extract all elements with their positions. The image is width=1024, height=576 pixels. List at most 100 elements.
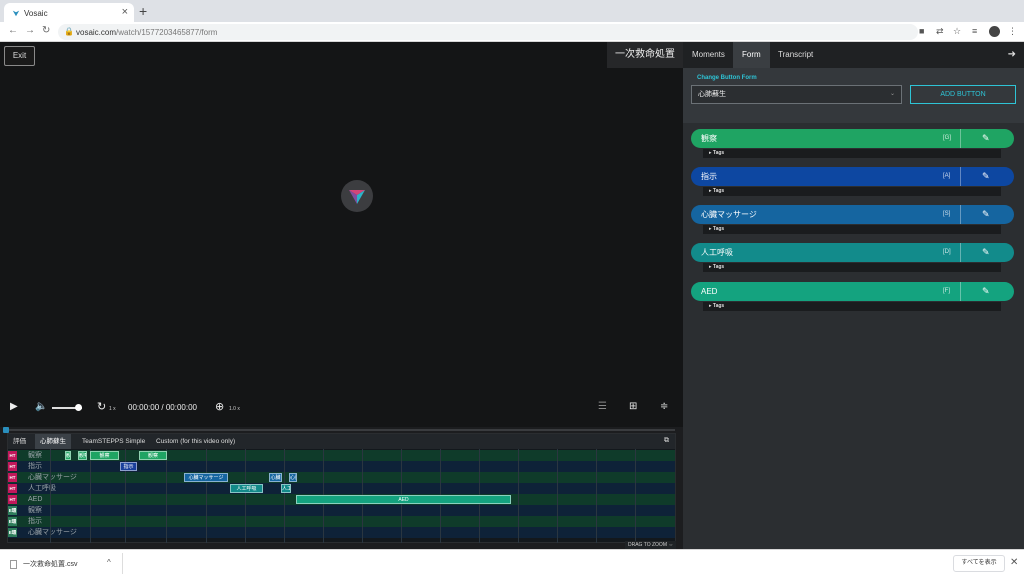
video-player[interactable]: Exit 一次救命処置 ▶ 🔈 ↻ 1 x 00:00:00 / 00:00:0… bbox=[0, 42, 683, 427]
profile-avatar[interactable] bbox=[989, 26, 1000, 37]
timeline-tab-custom[interactable]: Custom (for this video only) bbox=[151, 434, 240, 449]
vosaic-logo-icon bbox=[341, 180, 373, 212]
tab-close-icon[interactable]: × bbox=[122, 6, 128, 18]
back-icon[interactable]: ← bbox=[8, 25, 18, 36]
timeline-segment[interactable]: 心臓 bbox=[269, 473, 282, 482]
add-button[interactable]: ADD BUTTON bbox=[910, 85, 1016, 104]
timeline-row: E環 指示 bbox=[8, 516, 675, 527]
edit-pencil-icon[interactable]: ✎ bbox=[982, 129, 990, 148]
translate-icon[interactable]: ⇄ bbox=[936, 26, 944, 37]
forward-icon[interactable]: → bbox=[25, 25, 35, 36]
timeline-segment[interactable]: 心臓 bbox=[289, 473, 297, 482]
list-toggle-icon[interactable]: ☰ bbox=[598, 401, 607, 412]
volume-icon[interactable]: 🔈 bbox=[35, 401, 47, 412]
new-tab-icon[interactable]: + bbox=[139, 3, 147, 19]
rewind-icon[interactable]: ↻ bbox=[97, 400, 106, 413]
code-button[interactable]: AED [F] ✎ bbox=[691, 282, 1014, 301]
code-button[interactable]: 人工呼吸 [D] ✎ bbox=[691, 243, 1014, 262]
download-item[interactable]: 一次救命処置.csv bbox=[10, 559, 77, 569]
form-item: 心臓マッサージ [S] ✎ ▸ Tags bbox=[691, 205, 1014, 235]
volume-knob[interactable] bbox=[75, 404, 82, 411]
close-icon[interactable]: ✕ bbox=[1010, 557, 1018, 568]
row-label: 指示 bbox=[28, 518, 42, 525]
timeline-tab-hyoka[interactable]: 評価 bbox=[8, 434, 31, 449]
tab-form[interactable]: Form bbox=[733, 42, 770, 68]
timeline-segment[interactable]: 観察 bbox=[90, 451, 119, 460]
url-input[interactable]: 🔒 vosaic.com/watch/1577203465877/form bbox=[58, 24, 918, 40]
time-current: 00:00:00 bbox=[128, 403, 160, 412]
row-badge: E環 bbox=[8, 506, 17, 515]
timeline-segment[interactable]: 人工呼吸 bbox=[230, 484, 263, 493]
chevron-up-icon[interactable]: ^ bbox=[107, 558, 111, 567]
tags-toggle[interactable]: ▸ Tags bbox=[703, 225, 1001, 234]
side-panel: Moments Form Transcript ➜ Change Button … bbox=[683, 42, 1024, 549]
menu-kebab-icon[interactable]: ⋮ bbox=[1008, 26, 1017, 37]
downloads-bar: 一次救命処置.csv ^ すべてを表示 ✕ bbox=[0, 549, 1024, 576]
edit-pencil-icon[interactable]: ✎ bbox=[982, 243, 990, 262]
tags-toggle[interactable]: ▸ Tags bbox=[703, 263, 1001, 272]
chevron-down-icon: ⌄ bbox=[889, 91, 895, 97]
form-item: AED [F] ✎ ▸ Tags bbox=[691, 282, 1014, 312]
divider bbox=[960, 205, 961, 224]
exit-button[interactable]: Exit bbox=[4, 46, 35, 66]
time-total: / 00:00:00 bbox=[161, 403, 197, 412]
play-icon[interactable]: ▶ bbox=[10, 401, 18, 412]
reload-icon[interactable]: ↻ bbox=[42, 25, 50, 36]
timeline-row: E環 心臓マッサージ bbox=[8, 527, 675, 538]
edit-pencil-icon[interactable]: ✎ bbox=[982, 205, 990, 224]
hotkey-label: [F] bbox=[943, 288, 950, 294]
form-select[interactable]: 心肺蘇生 ⌄ bbox=[691, 85, 902, 104]
code-button-label: 指示 bbox=[701, 172, 717, 181]
row-label: 観察 bbox=[28, 507, 42, 514]
drag-to-zoom[interactable]: DRAG TO ZOOM ⇔ bbox=[625, 541, 677, 549]
tags-toggle[interactable]: ▸ Tags bbox=[703, 187, 1001, 196]
timeline-grid-line bbox=[245, 449, 246, 543]
drag-to-zoom-label: DRAG TO ZOOM bbox=[628, 542, 667, 548]
code-button[interactable]: 観察 [G] ✎ bbox=[691, 129, 1014, 148]
timeline-segment[interactable]: AED bbox=[296, 495, 511, 504]
timeline-tab-shinpai[interactable]: 心肺蘇生 bbox=[35, 434, 71, 449]
edit-pencil-icon[interactable]: ✎ bbox=[982, 282, 990, 301]
show-all-button[interactable]: すべてを表示 bbox=[953, 555, 1005, 572]
camera-icon[interactable]: ■ bbox=[919, 26, 924, 36]
hotkey-label: [G] bbox=[943, 135, 952, 141]
zoom-icon[interactable]: ⊕ bbox=[215, 400, 224, 413]
code-button[interactable]: 指示 [A] ✎ bbox=[691, 167, 1014, 186]
tab-moments[interactable]: Moments bbox=[683, 42, 734, 68]
star-icon[interactable]: ☆ bbox=[953, 26, 961, 37]
browser-tab[interactable]: Vosaic × bbox=[4, 3, 134, 22]
sign-out-icon[interactable]: ➜ bbox=[1008, 49, 1016, 60]
edit-pencil-icon[interactable]: ✎ bbox=[982, 167, 990, 186]
timeline-tab-teamstepps[interactable]: TeamSTEPPS Simple bbox=[77, 434, 150, 449]
timeline-segment[interactable]: 観察 bbox=[139, 451, 167, 460]
timeline-segment[interactable]: 観察 bbox=[78, 451, 87, 460]
timeline-settings-icon[interactable]: ⧉ bbox=[664, 437, 669, 445]
row-label: 指示 bbox=[28, 463, 42, 470]
file-icon bbox=[10, 559, 17, 569]
form-item: 人工呼吸 [D] ✎ ▸ Tags bbox=[691, 243, 1014, 273]
scrubber-track[interactable] bbox=[5, 429, 675, 431]
timeline-grid-line bbox=[90, 449, 91, 543]
code-button[interactable]: 心臓マッサージ [S] ✎ bbox=[691, 205, 1014, 224]
divider bbox=[960, 129, 961, 148]
row-label: AED bbox=[28, 496, 43, 503]
timeline-segment[interactable]: 観 bbox=[65, 451, 71, 460]
timeline-segment[interactable]: 指示 bbox=[120, 462, 137, 471]
row-label: 観察 bbox=[28, 452, 42, 459]
media-queue-icon[interactable]: ≡ bbox=[972, 26, 977, 36]
timeline-segment[interactable]: 人工 bbox=[281, 484, 291, 493]
tags-toggle[interactable]: ▸ Tags bbox=[703, 302, 1001, 311]
timeline-segment[interactable]: 心臓マッサージ bbox=[184, 473, 228, 482]
add-comment-icon[interactable]: ⊞ bbox=[629, 401, 637, 412]
timeline-row: E環 観察 bbox=[8, 505, 675, 516]
tags-toggle[interactable]: ▸ Tags bbox=[703, 149, 1001, 158]
download-filename: 一次救命処置.csv bbox=[23, 561, 78, 568]
timecode: 00:00:00 / 00:00:00 bbox=[128, 403, 197, 412]
hotkey-label: [D] bbox=[943, 249, 951, 255]
tab-transcript[interactable]: Transcript bbox=[769, 42, 822, 68]
tags-label: Tags bbox=[712, 303, 725, 309]
timeline-tabs: 評価 心肺蘇生 TeamSTEPPS Simple Custom (for th… bbox=[8, 434, 675, 449]
adjust-icon[interactable]: ≑ bbox=[660, 401, 668, 412]
url-host: vosaic.com bbox=[76, 28, 117, 37]
row-label: 心臓マッサージ bbox=[28, 474, 77, 481]
